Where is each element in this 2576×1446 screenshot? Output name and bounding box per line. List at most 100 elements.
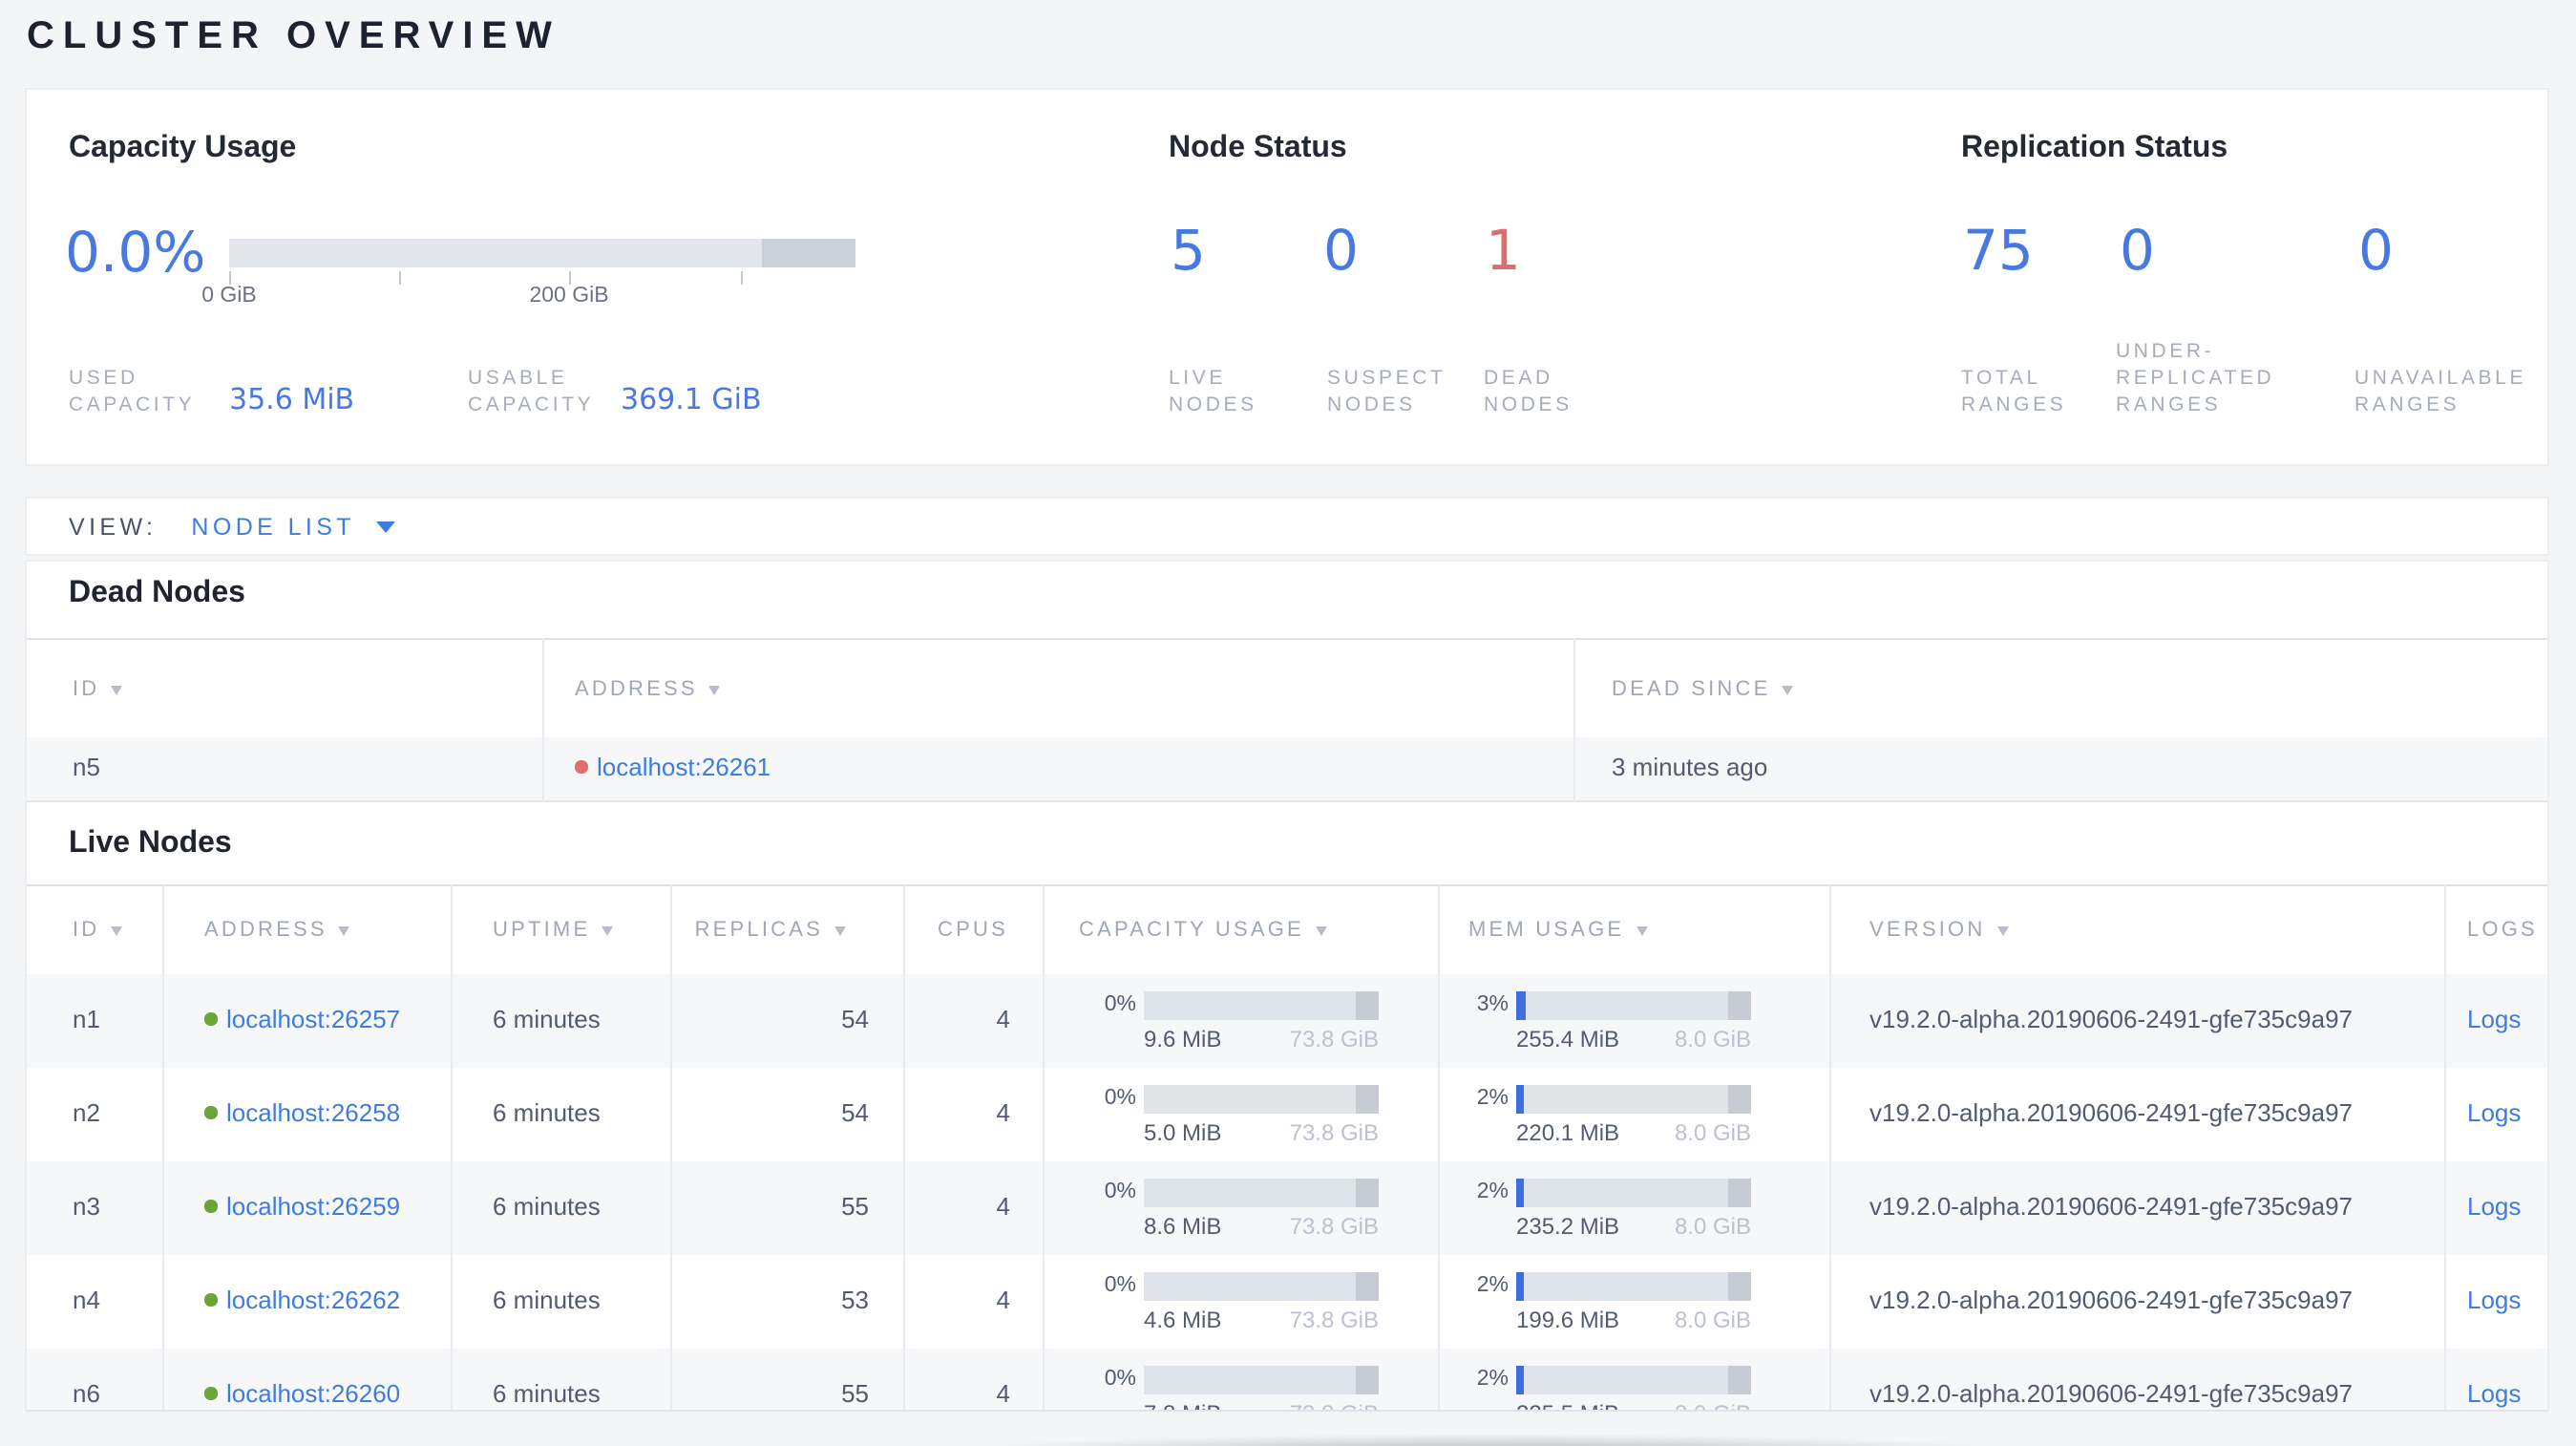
mem-bar — [1516, 1178, 1751, 1206]
page-title: CLUSTER OVERVIEW — [27, 15, 560, 57]
node-address-link[interactable]: localhost:26259 — [226, 1192, 400, 1221]
node-address-link[interactable]: localhost:26260 — [226, 1379, 400, 1408]
cluster-overview-page: CLUSTER OVERVIEW Capacity Usage 0.0% 0 G… — [0, 0, 2576, 1446]
capacity-bar — [1144, 1365, 1379, 1393]
sort-descending-icon — [708, 685, 721, 694]
sort-descending-icon — [111, 685, 123, 694]
sort-descending-icon — [1996, 926, 2009, 936]
node-mem-gauge: 2% 225.5 MiB8.0 GiB — [1438, 1365, 1829, 1410]
live-col-replicas[interactable]: REPLICAS — [670, 919, 903, 942]
node-replicas: 54 — [841, 1098, 869, 1127]
dead-col-address[interactable]: ADDRESS — [542, 677, 1573, 700]
logs-link[interactable]: Logs — [2467, 1005, 2521, 1033]
live-col-id[interactable]: ID — [27, 919, 162, 942]
node-logs-cell: Logs — [2444, 1192, 2547, 1221]
column-divider — [1043, 884, 1045, 1410]
dead-node-row: n5 localhost:26261 3 minutes ago — [27, 737, 2547, 802]
node-id: n2 — [73, 1098, 100, 1127]
node-id: n4 — [73, 1286, 100, 1314]
gauge-tick-label-200: 200 GiB — [529, 285, 609, 308]
logs-link[interactable]: Logs — [2467, 1098, 2521, 1127]
used-capacity-label: USED CAPACITY — [69, 367, 196, 416]
mem-bar — [1516, 1084, 1751, 1113]
sort-descending-icon — [834, 926, 846, 936]
mem-bar — [1516, 1365, 1751, 1393]
live-col-cpus: CPUS — [938, 919, 1008, 942]
dead-nodes-count: 1 — [1486, 218, 1521, 283]
capacity-gauge-bar — [229, 239, 855, 267]
total-ranges-count: 75 — [1963, 218, 2034, 283]
node-address-cell: localhost:26257 — [162, 1005, 451, 1033]
capacity-bar — [1144, 1084, 1379, 1113]
node-version: v19.2.0-alpha.20190606-2491-gfe735c9a97 — [1869, 1098, 2353, 1127]
live-status-dot-icon — [204, 1200, 217, 1213]
column-divider — [1829, 884, 1831, 1410]
node-address-cell: localhost:26259 — [162, 1192, 451, 1221]
node-logs-cell: Logs — [2444, 1005, 2547, 1033]
node-replicas: 54 — [841, 1005, 869, 1033]
usable-capacity-value: 369.1 GiB — [621, 382, 762, 416]
node-mem-gauge: 3% 255.4 MiB 8.0 GiB — [1438, 990, 1829, 1052]
node-address-link[interactable]: localhost:26262 — [226, 1286, 400, 1314]
live-status-dot-icon — [204, 1106, 217, 1119]
sort-descending-icon — [111, 926, 123, 936]
column-divider — [1438, 884, 1440, 1410]
live-col-logs: LOGS — [2467, 919, 2538, 942]
node-address-link[interactable]: localhost:26257 — [226, 1005, 400, 1033]
view-selector-bar: VIEW: NODE LIST — [25, 497, 2549, 556]
capacity-gauge-other-segment — [762, 239, 855, 267]
column-divider — [903, 884, 905, 1410]
node-logs-cell: Logs — [2444, 1286, 2547, 1314]
sort-descending-icon — [1636, 926, 1648, 936]
logs-link[interactable]: Logs — [2467, 1379, 2521, 1408]
live-status-dot-icon — [204, 1387, 217, 1400]
node-replicas: 55 — [841, 1379, 869, 1408]
node-capacity-gauge: 0% 9.6 MiB 73.8 GiB — [1043, 990, 1438, 1052]
dead-col-dead-since[interactable]: DEAD SINCE — [1573, 677, 2547, 700]
node-uptime: 6 minutes — [493, 1005, 601, 1033]
node-id: n1 — [73, 1005, 100, 1033]
gauge-tick — [229, 271, 231, 285]
node-cpus: 4 — [996, 1379, 1010, 1408]
sort-descending-icon — [338, 926, 350, 936]
nodes-panel: Dead Nodes ID ADDRESS DEAD SINCE n5 loca… — [25, 560, 2549, 1412]
live-col-version[interactable]: VERSION — [1829, 919, 2444, 942]
live-nodes-heading: Live Nodes — [69, 827, 232, 860]
node-logs-cell: Logs — [2444, 1098, 2547, 1127]
sort-descending-icon — [1315, 926, 1327, 936]
node-capacity-gauge: 0% 4.6 MiB 73.8 GiB — [1043, 1271, 1438, 1332]
gauge-tick — [399, 271, 401, 285]
node-cpus: 4 — [996, 1005, 1010, 1033]
column-divider — [542, 638, 544, 802]
live-col-uptime[interactable]: UPTIME — [451, 919, 670, 942]
dead-nodes-table-header: ID ADDRESS DEAD SINCE — [27, 638, 2547, 737]
live-col-capacity[interactable]: CAPACITY USAGE — [1043, 919, 1438, 942]
node-version: v19.2.0-alpha.20190606-2491-gfe735c9a97 — [1869, 1005, 2353, 1033]
live-nodes-table-header: ID ADDRESS UPTIME REPLICAS CPUS CAPACITY… — [27, 884, 2547, 974]
node-address-link[interactable]: localhost:26258 — [226, 1098, 400, 1127]
capacity-percent: 0.0% — [65, 220, 206, 285]
live-col-mem[interactable]: MEM USAGE — [1438, 919, 1829, 942]
under-replicated-count: 0 — [2120, 218, 2155, 283]
dead-col-id[interactable]: ID — [27, 677, 542, 700]
mem-bar — [1516, 990, 1751, 1019]
live-nodes-count: 5 — [1171, 218, 1206, 283]
node-id: n3 — [73, 1192, 100, 1221]
sort-descending-icon — [602, 926, 614, 936]
node-mem-gauge: 2% 235.2 MiB 8.0 GiB — [1438, 1178, 1829, 1239]
capacity-usage-heading: Capacity Usage — [69, 132, 297, 164]
node-logs-cell: Logs — [2444, 1379, 2547, 1408]
gauge-tick — [569, 271, 571, 285]
live-col-address[interactable]: ADDRESS — [162, 919, 451, 942]
node-version: v19.2.0-alpha.20190606-2491-gfe735c9a97 — [1869, 1192, 2353, 1221]
dead-node-address-link[interactable]: localhost:26261 — [597, 753, 771, 781]
logs-link[interactable]: Logs — [2467, 1286, 2521, 1314]
node-address-cell: localhost:26260 — [162, 1379, 451, 1408]
column-divider — [1573, 638, 1575, 802]
gauge-tick — [741, 271, 743, 285]
logs-link[interactable]: Logs — [2467, 1192, 2521, 1221]
usable-capacity-label: USABLE CAPACITY — [468, 367, 595, 416]
node-id: n6 — [73, 1379, 100, 1408]
view-dropdown[interactable]: NODE LIST — [191, 513, 395, 540]
unavailable-label: UNAVAILABLE RANGES — [2354, 367, 2527, 416]
